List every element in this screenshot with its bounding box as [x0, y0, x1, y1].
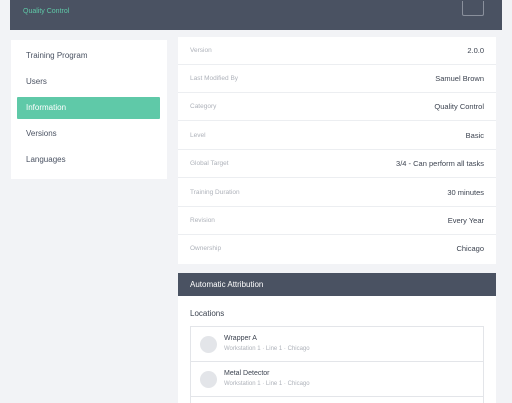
info-label: Version: [190, 47, 212, 54]
attribution-header: Automatic Attribution: [178, 273, 496, 296]
info-label: Level: [190, 132, 206, 139]
info-value: Quality Control: [434, 102, 484, 111]
info-value: Every Year: [447, 216, 484, 225]
breadcrumb[interactable]: Quality Control: [23, 8, 69, 15]
info-label: Ownership: [190, 245, 222, 252]
location-avatar: [200, 371, 217, 388]
info-value: 3/4 - Can perform all tasks: [396, 159, 484, 168]
sidebar-item-information[interactable]: Information: [17, 97, 160, 119]
info-row-level: Level Basic: [178, 122, 496, 150]
info-row-ownership: Ownership Chicago: [178, 235, 496, 263]
location-item[interactable]: Wrapper A Workstation 1 · Line 1 · Chica…: [191, 327, 483, 362]
header-action-button[interactable]: [462, 1, 484, 16]
sidebar-item-users[interactable]: Users: [17, 71, 160, 93]
info-value: 2.0.0: [467, 46, 484, 55]
sidebar: Training Program Users Information Versi…: [11, 40, 167, 179]
info-label: Training Duration: [190, 189, 240, 196]
info-row-global-target: Global Target 3/4 - Can perform all task…: [178, 150, 496, 178]
location-path: Workstation 1 · Line 1 · Chicago: [224, 381, 310, 387]
location-avatar: [200, 336, 217, 353]
info-row-version: Version 2.0.0: [178, 37, 496, 65]
info-row-revision: Revision Every Year: [178, 207, 496, 235]
info-row-category: Category Quality Control: [178, 93, 496, 121]
info-value: Samuel Brown: [435, 74, 484, 83]
info-value: Chicago: [456, 244, 484, 253]
information-card: Version 2.0.0 Last Modified By Samuel Br…: [178, 37, 496, 264]
top-bar: Quality Control: [10, 0, 502, 30]
info-label: Category: [190, 103, 217, 110]
info-value: 30 minutes: [447, 188, 484, 197]
info-row-training-duration: Training Duration 30 minutes: [178, 179, 496, 207]
sidebar-item-training-program[interactable]: Training Program: [17, 45, 160, 67]
info-label: Last Modified By: [190, 75, 239, 82]
location-name: Metal Detector: [224, 370, 270, 377]
info-label: Global Target: [190, 160, 229, 167]
sidebar-item-languages[interactable]: Languages: [17, 149, 160, 171]
automatic-attribution-card: Automatic Attribution Locations Wrapper …: [178, 273, 496, 403]
locations-title: Locations: [190, 309, 225, 318]
location-name: Wrapper A: [224, 335, 257, 342]
location-item[interactable]: Metal Detector Workstation 1 · Line 1 · …: [191, 362, 483, 397]
info-value: Basic: [465, 131, 484, 140]
location-path: Workstation 1 · Line 1 · Chicago: [224, 346, 310, 352]
info-row-last-modified-by: Last Modified By Samuel Brown: [178, 65, 496, 93]
sidebar-item-versions[interactable]: Versions: [17, 123, 160, 145]
locations-list: Wrapper A Workstation 1 · Line 1 · Chica…: [190, 326, 484, 403]
info-label: Revision: [190, 217, 215, 224]
